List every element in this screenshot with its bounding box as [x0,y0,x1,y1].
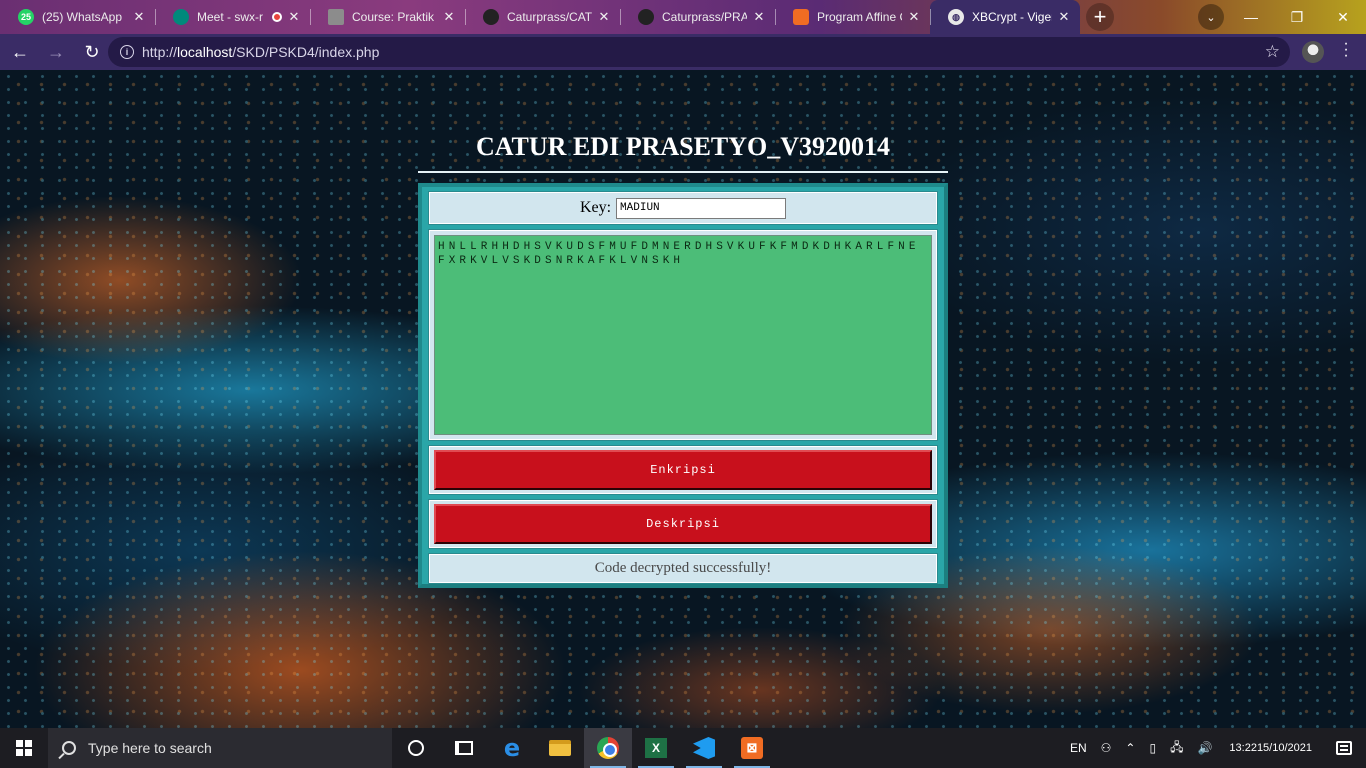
tab-title: Meet - swx-r [197,10,263,24]
window-controls: — ❐ ✕ [1228,0,1366,34]
chevron-up-icon[interactable]: ⌃ [1118,728,1142,768]
taskbar: Type here to search e X ⊠ EN ⚇ ⌃ ▯ 🖧 🔊 1… [0,728,1366,768]
key-input[interactable] [616,197,787,219]
start-button[interactable] [0,728,48,768]
new-tab-button[interactable]: + [1086,3,1114,31]
close-icon[interactable]: ✕ [131,9,147,25]
tab-title: Course: Praktik S [352,10,437,24]
decrypt-row: Deskripsi [428,499,938,549]
url-prefix: http:// [142,44,178,60]
github-icon [483,9,499,25]
vscode-icon [693,737,715,759]
chrome-app[interactable] [584,728,632,768]
vscode-app[interactable] [680,728,728,768]
page-viewport: CATUR EDI PRASETYO_V3920014 Key: HNLLRHH… [0,70,1366,728]
recording-icon [272,12,282,22]
key-row: Key: [428,191,938,225]
globe-icon: ◍ [948,9,964,25]
folder-icon [549,740,571,756]
close-icon[interactable]: ✕ [441,9,457,25]
excel-icon: X [645,738,667,758]
network-icon[interactable]: 🖧 [1163,728,1190,768]
usb-icon[interactable]: ▯ [1142,728,1163,768]
tab-affine[interactable]: Program Affine C ✕ [775,0,930,34]
key-label: Key: [579,199,612,216]
tab-title: Caturprass/CATU [507,10,592,24]
restore-button[interactable]: ❐ [1274,0,1320,34]
back-button[interactable]: ← [4,36,36,68]
edge-app[interactable]: e [488,728,536,768]
cortana-button[interactable] [392,728,440,768]
search-placeholder: Type here to search [88,740,212,756]
task-view-button[interactable] [440,728,488,768]
encrypt-row: Enkripsi [428,445,938,495]
language-indicator[interactable]: EN [1063,728,1094,768]
people-icon[interactable]: ⚇ [1094,728,1119,768]
forward-button[interactable]: → [40,36,72,68]
whatsapp-icon: 25 [18,9,34,25]
url-host: localhost [177,44,233,60]
bookmark-star-icon[interactable]: ☆ [1265,42,1280,62]
notification-icon [1336,741,1352,755]
tab-meet[interactable]: Meet - swx-r ✕ [155,0,310,34]
cortana-icon [408,740,424,756]
browser-tabstrip: 25 (25) WhatsApp ✕ Meet - swx-r ✕ Course… [0,0,1366,34]
browser-toolbar: ← → ↻ i http://localhost/SKD/PSKD4/index… [0,34,1366,70]
page-title: CATUR EDI PRASETYO_V3920014 [475,132,891,161]
url-path: /SKD/PSKD4/index.php [232,44,380,60]
file-explorer-app[interactable] [536,728,584,768]
tab-course[interactable]: Course: Praktik S ✕ [310,0,465,34]
tab-search-icon[interactable]: ⌄ [1198,4,1224,30]
meet-icon [173,9,189,25]
edge-icon: e [503,734,521,762]
message-textarea[interactable]: HNLLRHHDHSVKUDSFMUFDMNERDHSVKUFKFMDKDHKA… [434,235,932,435]
profile-avatar[interactable] [1302,41,1324,63]
close-icon[interactable]: ✕ [906,9,922,25]
close-icon[interactable]: ✕ [596,9,612,25]
address-bar[interactable]: i http://localhost/SKD/PSKD4/index.php ☆ [108,37,1290,67]
status-message: Code decrypted successfully! [594,560,772,576]
notification-button[interactable] [1322,728,1366,768]
clock-date: 15/10/2021 [1256,741,1312,754]
menu-icon[interactable]: · · · [1336,36,1356,64]
tab-whatsapp[interactable]: 25 (25) WhatsApp ✕ [0,0,155,34]
search-icon [62,741,76,755]
status-row: Code decrypted successfully! [428,553,938,584]
volume-icon[interactable]: 🔊 [1190,728,1219,768]
text-row: HNLLRHHDHSVKUDSFMUFDMNERDHSVKUFKFMDKDHKA… [428,229,938,441]
cipher-form: Key: HNLLRHHDHSVKUDSFMUFDMNERDHSVKUFKFMD… [418,183,948,588]
tab-github-catur[interactable]: Caturprass/CATU ✕ [465,0,620,34]
chrome-icon [597,737,619,759]
decrypt-button[interactable]: Deskripsi [434,504,932,544]
task-view-icon [455,741,473,755]
system-tray: EN ⚇ ⌃ ▯ 🖧 🔊 13:22 15/10/2021 [1063,728,1366,768]
encrypt-button[interactable]: Enkripsi [434,450,932,490]
close-icon[interactable]: ✕ [1056,9,1072,25]
reload-button[interactable]: ↻ [76,36,108,68]
minimize-button[interactable]: — [1228,0,1274,34]
windows-logo-icon [16,740,32,756]
xampp-app[interactable]: ⊠ [728,728,776,768]
clock[interactable]: 13:22 15/10/2021 [1219,728,1322,768]
tab-github-prak[interactable]: Caturprass/PRAK ✕ [620,0,775,34]
clock-time: 13:22 [1229,741,1257,754]
window-close-button[interactable]: ✕ [1320,0,1366,34]
xampp-icon [793,9,809,25]
tab-title: Caturprass/PRAK [662,10,747,24]
info-icon[interactable]: i [120,45,134,59]
taskbar-search[interactable]: Type here to search [48,728,392,768]
tab-title: Program Affine C [817,10,902,24]
tab-xbcrypt[interactable]: ◍ XBCrypt - Vigene ✕ [930,0,1080,34]
tab-title: XBCrypt - Vigene [972,10,1052,24]
close-icon[interactable]: ✕ [751,9,767,25]
tab-title: (25) WhatsApp [42,10,123,24]
title-divider [418,171,948,173]
excel-app[interactable]: X [632,728,680,768]
course-icon [328,9,344,25]
close-icon[interactable]: ✕ [286,9,302,25]
xampp-icon: ⊠ [741,737,763,759]
github-icon [638,9,654,25]
